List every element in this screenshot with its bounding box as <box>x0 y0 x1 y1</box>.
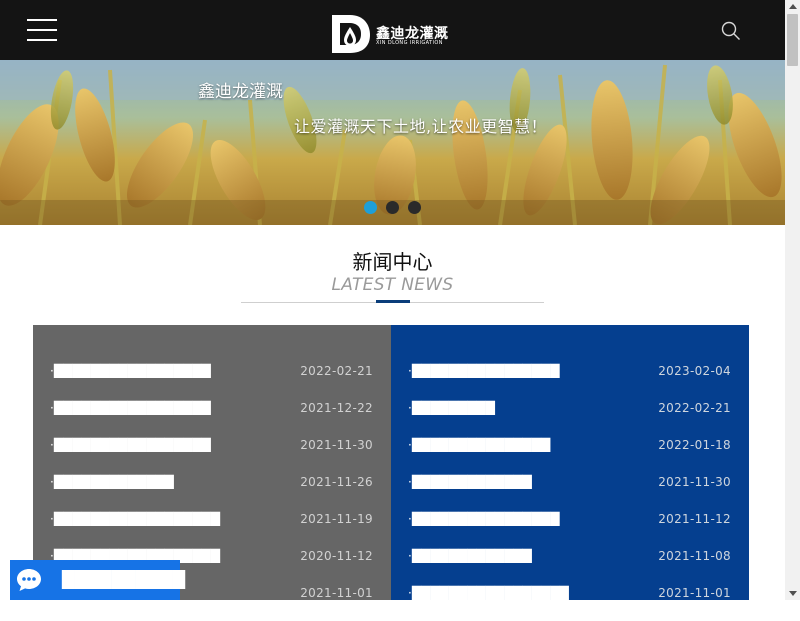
news-date: 2021-11-30 <box>300 438 373 452</box>
hamburger-icon[interactable] <box>27 19 57 41</box>
logo-en-text: XIN DLONG IRRIGATION <box>376 40 443 46</box>
news-panel-right: ·████████████████ 2023-02-04 ·█████████ … <box>391 325 749 600</box>
news-date: 2022-02-21 <box>300 364 373 378</box>
section-title: 新闻中心 <box>352 250 433 274</box>
carousel-dot-2[interactable] <box>386 201 399 214</box>
news-title[interactable]: ·█████████████ <box>50 473 290 491</box>
hero-banner[interactable]: 鑫迪龙灌溉 让爱灌溉天下土地,让农业更智慧！ <box>0 60 785 225</box>
news-title[interactable]: ·█████████████████ <box>408 584 648 602</box>
news-date: 2021-11-19 <box>300 512 373 526</box>
news-item-left[interactable]: ·█████████████ 2021-11-26 <box>33 473 391 510</box>
site-logo[interactable]: 鑫迪龙灌溉 XIN DLONG IRRIGATION <box>330 13 460 55</box>
news-title[interactable]: ·██████████████████ <box>50 510 290 528</box>
banner-title: 鑫迪龙灌溉 <box>198 82 283 102</box>
site-header: 鑫迪龙灌溉 XIN DLONG IRRIGATION <box>0 0 785 60</box>
news-date: 2023-02-04 <box>658 364 731 378</box>
carousel-dot-1[interactable] <box>364 201 377 214</box>
logo-mark-icon <box>332 15 370 53</box>
section-subtitle: LATEST NEWS <box>331 275 454 295</box>
news-date: 2022-01-18 <box>658 438 731 452</box>
chat-bubble-icon <box>17 569 41 591</box>
scroll-down-arrow-icon[interactable] <box>789 591 797 596</box>
consult-label: ██████████ <box>62 570 186 589</box>
scroll-thumb[interactable] <box>787 14 798 66</box>
news-item-right[interactable]: ·█████████████ 2021-11-08 <box>391 547 749 584</box>
news-title[interactable]: ·████████████████ <box>408 510 648 528</box>
news-title[interactable]: ·███████████████ <box>408 436 648 454</box>
news-date: 2020-11-12 <box>300 549 373 563</box>
news-item-left[interactable]: ·█████████████████ 2021-11-30 <box>33 436 391 473</box>
search-icon[interactable] <box>721 21 741 41</box>
news-date: 2022-02-21 <box>658 401 731 415</box>
news-title[interactable]: ·█████████████ <box>408 473 648 491</box>
news-item-right[interactable]: ·████████████████ 2023-02-04 <box>391 362 749 399</box>
news-date: 2021-11-30 <box>658 475 731 489</box>
news-title[interactable]: ·█████████████████ <box>50 436 290 454</box>
news-item-right[interactable]: ·█████████████████ 2021-11-01 <box>391 584 749 621</box>
news-date: 2021-11-01 <box>658 586 731 600</box>
online-consult-button[interactable]: ██████████ <box>10 560 185 600</box>
news-item-right[interactable]: ·█████████ 2022-02-21 <box>391 399 749 436</box>
news-date: 2021-11-01 <box>300 586 373 600</box>
page-scrollbar[interactable] <box>785 0 800 600</box>
news-title[interactable]: ·█████████████ <box>408 547 648 565</box>
news-date: 2021-11-08 <box>658 549 731 563</box>
news-item-right[interactable]: ·████████████████ 2021-11-12 <box>391 510 749 547</box>
news-item-right[interactable]: ·█████████████ 2021-11-30 <box>391 473 749 510</box>
news-item-right[interactable]: ·███████████████ 2022-01-18 <box>391 436 749 473</box>
news-title[interactable]: ·█████████████████ <box>50 399 290 417</box>
news-item-left[interactable]: ·█████████████████ 2022-02-21 <box>33 362 391 399</box>
news-title[interactable]: ·████████████████ <box>408 362 648 380</box>
news-title[interactable]: ·█████████████████ <box>50 362 290 380</box>
news-title[interactable]: ·█████████ <box>408 399 648 417</box>
scroll-up-arrow-icon[interactable] <box>789 4 797 9</box>
banner-slogan: 让爱灌溉天下土地,让农业更智慧！ <box>294 117 548 136</box>
section-divider-accent <box>376 300 410 303</box>
news-panel-left: ·█████████████████ 2022-02-21 ·█████████… <box>33 325 391 600</box>
carousel-dot-3[interactable] <box>408 201 421 214</box>
news-date: 2021-12-22 <box>300 401 373 415</box>
news-item-left[interactable]: ·██████████████████ 2021-11-19 <box>33 510 391 547</box>
news-item-left[interactable]: ·█████████████████ 2021-12-22 <box>33 399 391 436</box>
news-date: 2021-11-12 <box>658 512 731 526</box>
news-date: 2021-11-26 <box>300 475 373 489</box>
